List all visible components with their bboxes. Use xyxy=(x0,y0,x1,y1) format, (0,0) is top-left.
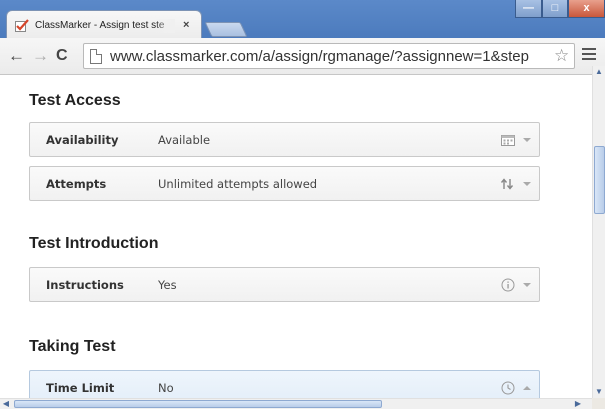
repeat-icon xyxy=(500,178,514,190)
info-icon xyxy=(501,278,515,292)
window-close-button[interactable]: x xyxy=(568,0,605,20)
scroll-right-arrow-icon[interactable]: ▶ xyxy=(572,399,584,409)
calendar-icon xyxy=(501,135,515,146)
window-maximize-button[interactable]: □ xyxy=(542,0,568,20)
setting-row-attempts[interactable]: Attempts Unlimited attempts allowed xyxy=(29,166,540,201)
vertical-scroll-thumb[interactable] xyxy=(594,146,605,214)
horizontal-scrollbar[interactable]: ◀ ▶ xyxy=(0,398,592,409)
new-tab-button[interactable] xyxy=(204,22,248,37)
row-value: Yes xyxy=(158,278,177,292)
window-minimize-button[interactable]: — xyxy=(515,0,542,20)
row-value: Unlimited attempts allowed xyxy=(158,177,318,191)
browser-tab[interactable]: ClassMarker - Assign test ste × xyxy=(6,10,202,39)
row-label: Availability xyxy=(46,133,119,147)
address-bar[interactable]: www.classmarker.com/a/assign/rgmanage/?a… xyxy=(83,43,575,69)
bookmark-star-icon[interactable]: ☆ xyxy=(554,46,569,66)
chevron-down-icon[interactable] xyxy=(522,278,532,292)
page-viewport: Test Access Availability Available Attem… xyxy=(0,76,592,398)
tab-title: ClassMarker - Assign test ste xyxy=(35,19,175,33)
scrollbar-corner xyxy=(592,398,605,409)
reload-icon[interactable]: C xyxy=(56,47,68,65)
back-arrow-icon[interactable]: ← xyxy=(8,47,25,65)
forward-arrow-icon[interactable]: → xyxy=(32,47,49,65)
row-label: Instructions xyxy=(46,278,124,292)
scroll-down-arrow-icon[interactable]: ▼ xyxy=(593,386,605,398)
scroll-left-arrow-icon[interactable]: ◀ xyxy=(0,399,12,409)
tab-close-icon[interactable]: × xyxy=(183,17,189,33)
chevron-down-icon[interactable] xyxy=(522,133,532,147)
section-heading-test-introduction: Test Introduction xyxy=(29,235,159,252)
section-heading-taking-test: Taking Test xyxy=(29,338,116,355)
vertical-scrollbar[interactable]: ▲ ▼ xyxy=(592,66,605,398)
setting-row-time-limit[interactable]: Time Limit No xyxy=(29,370,540,398)
horizontal-scroll-thumb[interactable] xyxy=(14,400,382,408)
row-label: Time Limit xyxy=(46,381,115,395)
section-heading-test-access: Test Access xyxy=(29,92,121,109)
row-value: Available xyxy=(158,133,211,147)
chevron-up-icon[interactable] xyxy=(522,381,532,395)
page-icon xyxy=(90,49,102,64)
scroll-up-arrow-icon[interactable]: ▲ xyxy=(593,66,605,78)
row-label: Attempts xyxy=(46,177,107,191)
clock-icon xyxy=(501,381,515,395)
setting-row-instructions[interactable]: Instructions Yes xyxy=(29,267,540,302)
chevron-down-icon[interactable] xyxy=(522,177,532,191)
row-value: No xyxy=(158,381,174,395)
setting-row-availability[interactable]: Availability Available xyxy=(29,122,540,157)
browser-toolbar: ← → C www.classmarker.com/a/assign/rgman… xyxy=(0,38,605,75)
browser-titlebar: ClassMarker - Assign test ste × — □ x xyxy=(0,0,605,39)
classmarker-favicon-icon xyxy=(15,19,29,32)
menu-icon[interactable] xyxy=(582,48,596,62)
url-text[interactable]: www.classmarker.com/a/assign/rgmanage/?a… xyxy=(110,47,550,67)
